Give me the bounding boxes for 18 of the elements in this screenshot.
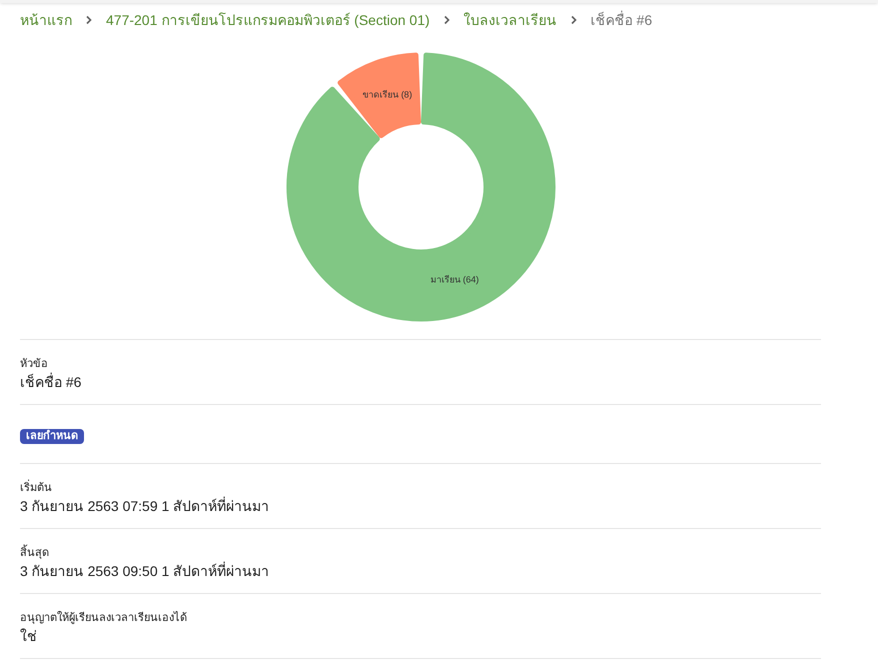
field-value: ใช่ xyxy=(20,627,38,646)
field-value: 3 กันยายน 2563 09:50 1 สัปดาห์ที่ผ่านมา xyxy=(20,561,270,581)
field-value: 3 กันยายน 2563 07:59 1 สัปดาห์ที่ผ่านมา xyxy=(20,496,270,516)
status-badge: เลยกำหนด xyxy=(20,429,84,444)
chevron-right-icon xyxy=(568,15,579,25)
field-label: เริ่มต้น xyxy=(20,480,821,496)
slice-label: มาเรียน (64) xyxy=(430,274,478,285)
field-label: สิ้นสุด xyxy=(20,545,821,561)
chevron-right-icon xyxy=(84,15,94,25)
breadcrumb-link[interactable]: หน้าแรก xyxy=(20,10,72,30)
chevron-right-icon xyxy=(442,15,452,25)
field-label: อนุญาตให้ผู้เรียนลงเวลาเรียนเองได้ xyxy=(20,610,188,626)
field-value: เช็คชื่อ #6 xyxy=(20,372,82,392)
breadcrumb-link[interactable]: 477-201 การเขียนโปรแกรมคอมพิวเตอร์ (Section 01) xyxy=(106,10,430,30)
breadcrumb-link[interactable]: ใบลงเวลาเรียน xyxy=(464,10,557,30)
slice-label: ขาดเรียน (8) xyxy=(362,89,412,100)
breadcrumb-current: เช็คชื่อ #6 xyxy=(590,10,652,30)
field-label: หัวข้อ xyxy=(20,357,49,372)
